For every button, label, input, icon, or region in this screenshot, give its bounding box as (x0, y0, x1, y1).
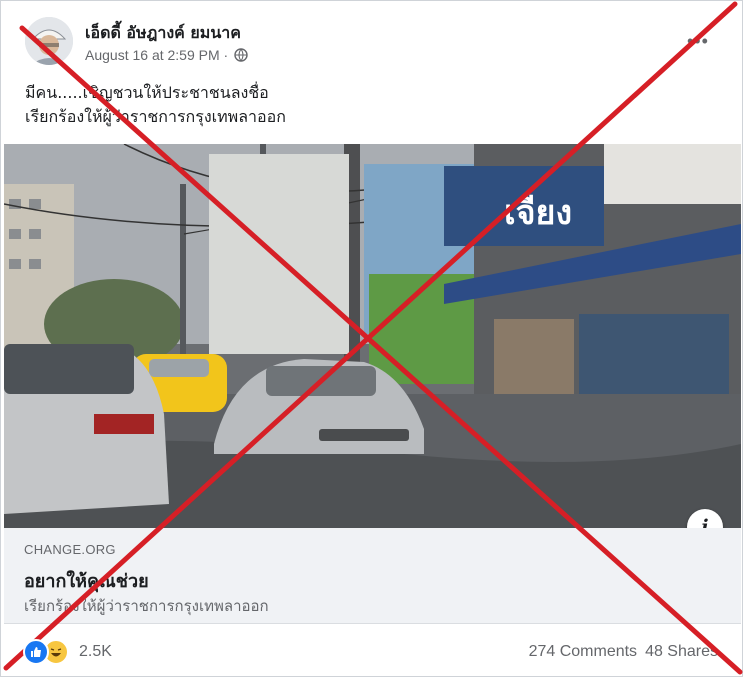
author-avatar[interactable] (25, 17, 73, 65)
shop-sign-text: เจียง (504, 193, 572, 233)
link-domain: CHANGE.ORG (24, 542, 116, 557)
author-name[interactable]: เอ็ดดี้ อัษฎางค์ ยมนาค (85, 21, 241, 46)
facebook-post-card: เอ็ดดี้ อัษฎางค์ ยมนาค August 16 at 2:59… (0, 0, 743, 677)
more-options-icon[interactable]: ••• (687, 31, 709, 52)
post-meta: August 16 at 2:59 PM · (85, 47, 248, 63)
link-preview[interactable]: CHANGE.ORG อยากให้คุณช่วย เรียกร้องให้ผู… (4, 528, 741, 624)
post-footer: 2.5K 274 Comments 48 Shares (1, 631, 742, 675)
avatar-image (25, 17, 73, 65)
link-title[interactable]: อยากให้คุณช่วย (24, 566, 149, 595)
post-stats: 274 Comments 48 Shares (529, 643, 718, 661)
comments-count[interactable]: 274 Comments (529, 643, 638, 661)
globe-icon[interactable] (234, 48, 248, 62)
reactions-summary[interactable]: 2.5K (23, 639, 112, 665)
post-photo[interactable]: เจียง (4, 144, 741, 528)
post-text-line: มีคน.....เชิญชวนให้ประชาชนลงชื่อ (25, 83, 269, 102)
like-icon (23, 639, 49, 665)
post-text-line: เรียกร้องให้ผู้ว่าราชการกรุงเทพลาออก (25, 107, 286, 126)
post-timestamp[interactable]: August 16 at 2:59 PM · (85, 47, 228, 63)
post-text: มีคน.....เชิญชวนให้ประชาชนลงชื่อ เรียกร้… (25, 81, 286, 129)
reaction-count: 2.5K (79, 643, 112, 660)
shares-count[interactable]: 48 Shares (645, 643, 718, 661)
link-subtitle: เรียกร้องให้ผู้ว่าราชการกรุงเทพลาออก (24, 597, 269, 615)
flooded-street-image: เจียง (4, 144, 741, 528)
